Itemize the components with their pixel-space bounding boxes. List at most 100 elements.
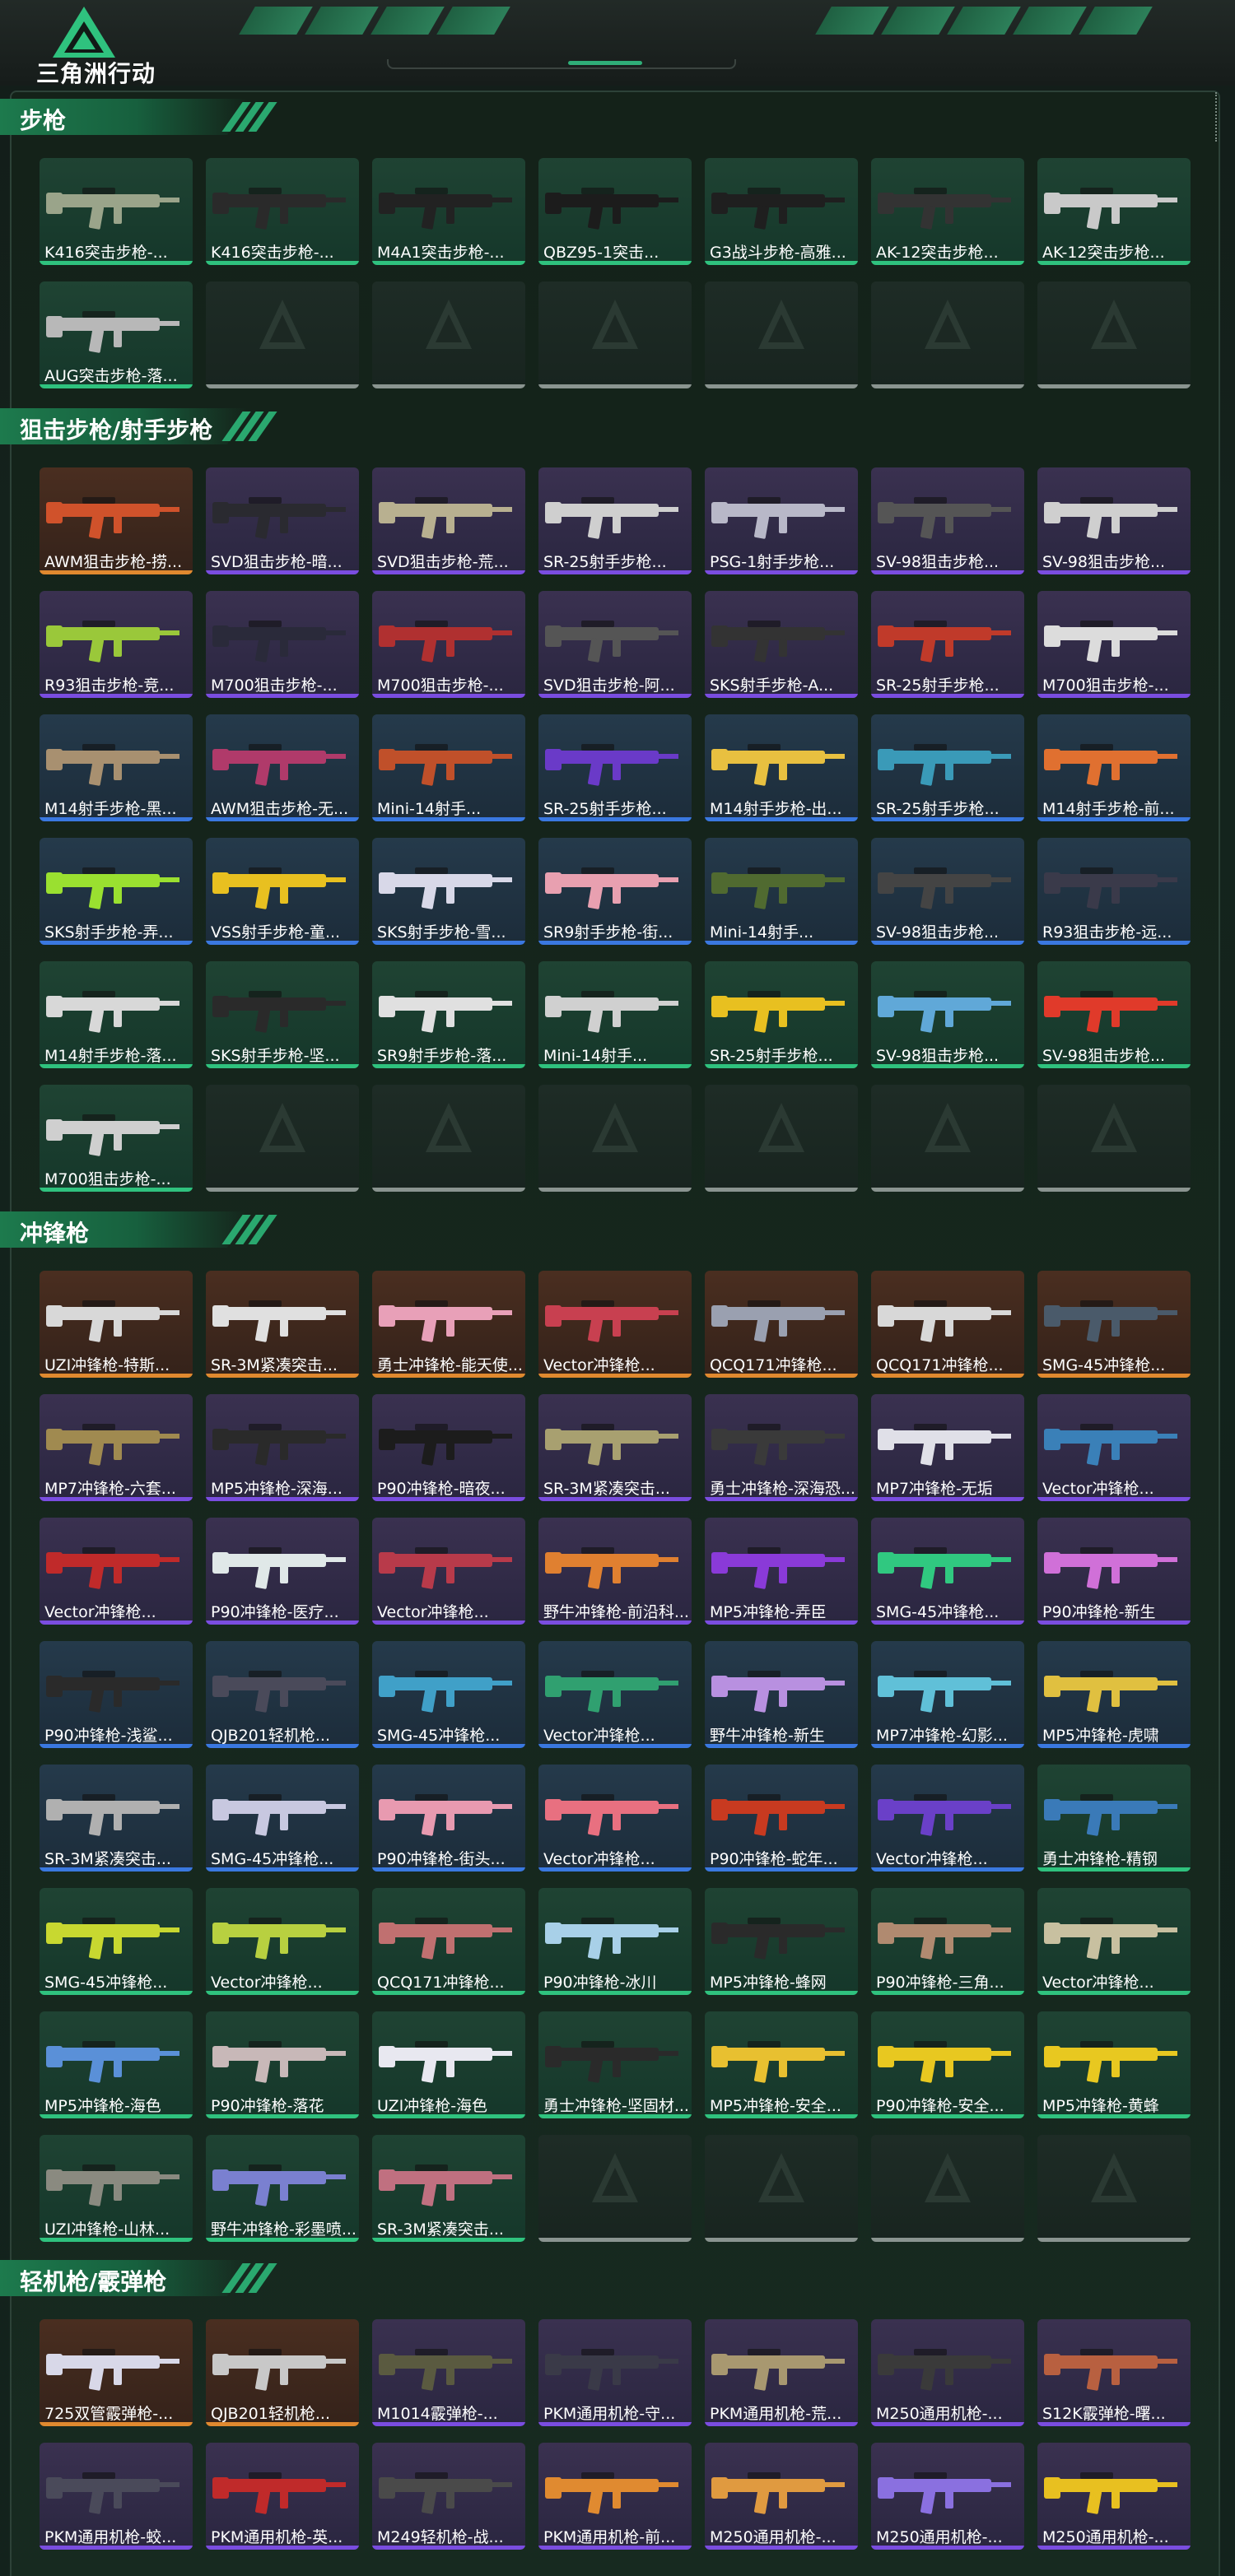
weapon-card[interactable]: Mini-14射手... [538, 961, 692, 1068]
weapon-card[interactable]: M250通用机枪-... [705, 2443, 858, 2550]
weapon-card[interactable]: M4A1突击步枪-... [372, 158, 525, 265]
weapon-card[interactable]: R93狙击步枪-远... [1037, 838, 1191, 945]
weapon-card[interactable]: P90冲锋枪-暗夜... [372, 1394, 525, 1501]
weapon-card[interactable]: 725双管霰弹枪-... [40, 2319, 193, 2426]
weapon-card[interactable]: SV-98狙击步枪... [871, 961, 1024, 1068]
weapon-card[interactable]: Vector冲锋枪... [40, 1518, 193, 1625]
weapon-card[interactable]: AK-12突击步枪... [1037, 158, 1191, 265]
weapon-card[interactable]: P90冲锋枪-落花 [206, 2011, 359, 2118]
weapon-card[interactable]: PKM通用机枪-蛟... [40, 2443, 193, 2550]
weapon-card[interactable]: SMG-45冲锋枪... [40, 1888, 193, 1995]
weapon-card[interactable]: Vector冲锋枪... [538, 1765, 692, 1872]
weapon-card[interactable]: SR-3M紧凑突击... [206, 1271, 359, 1378]
weapon-card[interactable]: PKM通用机枪-守... [538, 2319, 692, 2426]
weapon-card[interactable]: AWM狙击步枪-无... [206, 714, 359, 821]
empty-weapon-slot[interactable] [206, 1085, 359, 1192]
weapon-card[interactable]: SR-3M紧凑突击... [372, 2135, 525, 2242]
empty-weapon-slot[interactable] [1037, 281, 1191, 388]
weapon-card[interactable]: Vector冲锋枪... [1037, 1888, 1191, 1995]
weapon-card[interactable]: SKS射手步枪-雪... [372, 838, 525, 945]
weapon-card[interactable]: SV-98狙击步枪... [871, 838, 1024, 945]
weapon-card[interactable]: 野牛冲锋枪-新生 [705, 1641, 858, 1748]
weapon-card[interactable]: AK-12突击步枪... [871, 158, 1024, 265]
weapon-card[interactable]: QCQ171冲锋枪... [871, 1271, 1024, 1378]
weapon-card[interactable]: MP5冲锋枪-弄臣 [705, 1518, 858, 1625]
weapon-card[interactable]: MP5冲锋枪-虎啸 [1037, 1641, 1191, 1748]
empty-weapon-slot[interactable] [705, 2135, 858, 2242]
empty-weapon-slot[interactable] [538, 281, 692, 388]
weapon-card[interactable]: Mini-14射手... [705, 838, 858, 945]
weapon-card[interactable]: P90冲锋枪-街头... [372, 1765, 525, 1872]
weapon-card[interactable]: K416突击步枪-... [206, 158, 359, 265]
empty-weapon-slot[interactable] [538, 2135, 692, 2242]
weapon-card[interactable]: P90冲锋枪-新生 [1037, 1518, 1191, 1625]
weapon-card[interactable]: UZI冲锋枪-海色 [372, 2011, 525, 2118]
weapon-card[interactable]: VSS射手步枪-童... [206, 838, 359, 945]
weapon-card[interactable]: AUG突击步枪-落... [40, 281, 193, 388]
weapon-card[interactable]: SR9射手步枪-落... [372, 961, 525, 1068]
weapon-card[interactable]: SKS射手步枪-A... [705, 591, 858, 698]
weapon-card[interactable]: M700狙击步枪-... [372, 591, 525, 698]
weapon-card[interactable]: MP5冲锋枪-深海... [206, 1394, 359, 1501]
weapon-card[interactable]: M14射手步枪-前... [1037, 714, 1191, 821]
weapon-card[interactable]: PKM通用机枪-英... [206, 2443, 359, 2550]
weapon-card[interactable]: SR-25射手步枪... [705, 961, 858, 1068]
weapon-card[interactable]: SR-25射手步枪... [871, 591, 1024, 698]
weapon-card[interactable]: SKS射手步枪-弄... [40, 838, 193, 945]
weapon-card[interactable]: SR9射手步枪-街... [538, 838, 692, 945]
weapon-card[interactable]: M700狙击步枪-... [40, 1085, 193, 1192]
weapon-card[interactable]: P90冲锋枪-蛇年... [705, 1765, 858, 1872]
weapon-card[interactable]: SMG-45冲锋枪... [372, 1641, 525, 1748]
weapon-card[interactable]: SR-3M紧凑突击... [538, 1394, 692, 1501]
weapon-card[interactable]: SMG-45冲锋枪... [871, 1518, 1024, 1625]
weapon-card[interactable]: Vector冲锋枪... [1037, 1394, 1191, 1501]
weapon-card[interactable]: MP7冲锋枪-幻影... [871, 1641, 1024, 1748]
weapon-card[interactable]: G3战斗步枪-高雅... [705, 158, 858, 265]
weapon-card[interactable]: 勇士冲锋枪-精钢 [1037, 1765, 1191, 1872]
weapon-card[interactable]: SKS射手步枪-坚... [206, 961, 359, 1068]
weapon-card[interactable]: SV-98狙击步枪... [871, 467, 1024, 574]
weapon-card[interactable]: Vector冲锋枪... [538, 1271, 692, 1378]
weapon-card[interactable]: MP5冲锋枪-蜂网 [705, 1888, 858, 1995]
weapon-card[interactable]: S12K霰弹枪-曙... [1037, 2319, 1191, 2426]
weapon-card[interactable]: SR-25射手步枪... [871, 714, 1024, 821]
weapon-card[interactable]: MP5冲锋枪-海色 [40, 2011, 193, 2118]
weapon-card[interactable]: PKM通用机枪-前... [538, 2443, 692, 2550]
scrollbar[interactable] [1215, 92, 1222, 142]
weapon-card[interactable]: Vector冲锋枪... [871, 1765, 1024, 1872]
weapon-card[interactable]: P90冲锋枪-医疗... [206, 1518, 359, 1625]
weapon-card[interactable]: P90冲锋枪-冰川 [538, 1888, 692, 1995]
weapon-card[interactable]: M1014霰弹枪-... [372, 2319, 525, 2426]
weapon-card[interactable]: 勇士冲锋枪-坚固材... [538, 2011, 692, 2118]
weapon-card[interactable]: M249轻机枪-战... [372, 2443, 525, 2550]
weapon-card[interactable]: 勇士冲锋枪-能天使... [372, 1271, 525, 1378]
empty-weapon-slot[interactable] [372, 281, 525, 388]
weapon-card[interactable]: SR-25射手步枪... [538, 714, 692, 821]
weapon-card[interactable]: M14射手步枪-出... [705, 714, 858, 821]
weapon-card[interactable]: M700狙击步枪-... [206, 591, 359, 698]
weapon-card[interactable]: M700狙击步枪-... [1037, 591, 1191, 698]
weapon-card[interactable]: SR-25射手步枪... [538, 467, 692, 574]
weapon-card[interactable]: UZI冲锋枪-山林... [40, 2135, 193, 2242]
weapon-card[interactable]: MP7冲锋枪-六套... [40, 1394, 193, 1501]
weapon-card[interactable]: R93狙击步枪-竞... [40, 591, 193, 698]
weapon-card[interactable]: PSG-1射手步枪... [705, 467, 858, 574]
weapon-card[interactable]: PKM通用机枪-荒... [705, 2319, 858, 2426]
empty-weapon-slot[interactable] [871, 1085, 1024, 1192]
weapon-card[interactable]: Vector冲锋枪... [538, 1641, 692, 1748]
weapon-card[interactable]: SMG-45冲锋枪... [1037, 1271, 1191, 1378]
weapon-card[interactable]: M250通用机枪-... [1037, 2443, 1191, 2550]
weapon-card[interactable]: M14射手步枪-落... [40, 961, 193, 1068]
weapon-card[interactable]: SMG-45冲锋枪... [206, 1765, 359, 1872]
weapon-card[interactable]: AWM狙击步枪-捞... [40, 467, 193, 574]
weapon-card[interactable]: Vector冲锋枪... [206, 1888, 359, 1995]
weapon-card[interactable]: 勇士冲锋枪-深海恐... [705, 1394, 858, 1501]
weapon-card[interactable]: 野牛冲锋枪-彩墨喷... [206, 2135, 359, 2242]
empty-weapon-slot[interactable] [1037, 1085, 1191, 1192]
weapon-card[interactable]: K416突击步枪-... [40, 158, 193, 265]
weapon-card[interactable]: M250通用机枪-... [871, 2443, 1024, 2550]
weapon-card[interactable]: P90冲锋枪-浅鲨... [40, 1641, 193, 1748]
weapon-card[interactable]: P90冲锋枪-三角... [871, 1888, 1024, 1995]
empty-weapon-slot[interactable] [206, 281, 359, 388]
weapon-card[interactable]: MP7冲锋枪-无垢 [871, 1394, 1024, 1501]
